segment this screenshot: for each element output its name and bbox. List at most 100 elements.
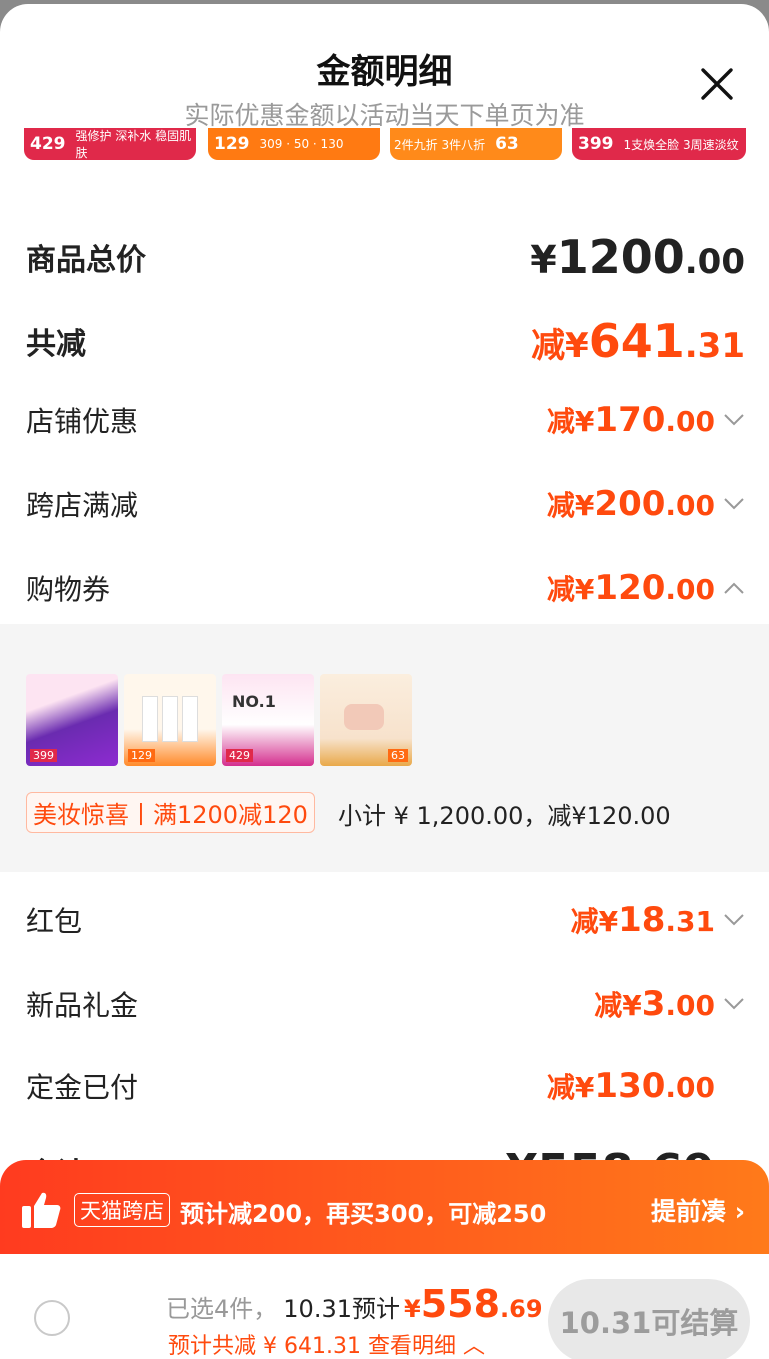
product-shape [142, 696, 158, 742]
amount-int: 130 [594, 1066, 666, 1106]
amount-int: 641 [588, 314, 685, 368]
amount-dec: .00 [665, 405, 715, 438]
strip-item[interactable]: 429 强修护 深补水 稳固肌肤 [24, 128, 196, 160]
chevron-right-icon: › [734, 1197, 745, 1226]
product-image[interactable]: 129 [124, 674, 216, 766]
cross-store-amount: 减¥ 200 .00 [547, 484, 745, 524]
checkout-button[interactable]: 10.31可结算 [548, 1279, 750, 1359]
coupon-tag: 美妆惊喜丨满1200减120 [26, 792, 315, 833]
red-packet-amount: 减¥ 18 .31 [571, 900, 745, 940]
currency-symbol: ¥ [404, 1295, 421, 1323]
chevron-up-icon: ︿ [462, 1334, 485, 1359]
strip-price: 399 [578, 134, 614, 154]
coupon-amount: 减¥ 120 .00 [547, 568, 745, 608]
product-price: 63 [388, 749, 408, 762]
shop-discount-amount: 减¥ 170 .00 [547, 400, 745, 440]
cross-store-promo-bar: 天猫跨店 预计减200，再买300，可减250 提前凑 › [0, 1160, 769, 1258]
selected-summary: 已选4件， 10.31预计 ¥ 558 .69 [166, 1282, 543, 1326]
strip-price: 129 [214, 134, 250, 154]
row-cross-store[interactable]: 跨店满减 减¥ 200 .00 [26, 484, 745, 524]
amount-prefix: 减¥ [594, 989, 642, 1022]
chevron-up-icon[interactable] [723, 581, 745, 595]
amount-prefix: 减¥ [546, 489, 595, 522]
saving-text: 预计共减 ¥ 641.31 [168, 1334, 368, 1359]
amount-int: 1200 [556, 230, 685, 284]
row-label: 商品总价 [26, 243, 146, 278]
reduce-amount: 减¥ 641 .31 [531, 314, 745, 368]
chevron-down-icon[interactable] [723, 413, 745, 427]
promo-text: 预计减200，再买300，可减250 [180, 1200, 547, 1228]
sheet-title: 金额明细 [316, 52, 453, 92]
product-shape [182, 696, 198, 742]
amount-prefix: ¥ [530, 238, 557, 282]
amount-dec: .31 [665, 905, 715, 938]
amount-dec: .00 [684, 242, 745, 282]
amount-prefix: 减¥ [546, 405, 595, 438]
strip-text: 309 · 50 · 130 [259, 137, 344, 151]
strip-item[interactable]: 399 1支焕全脸 3周速淡纹 [572, 128, 746, 160]
checkout-bar: 已选4件， 10.31预计 ¥ 558 .69 预计共减 ¥ 641.31 查看… [0, 1254, 769, 1359]
strip-text: 1支焕全脸 3周速淡纹 [623, 137, 739, 152]
amount-dec: .31 [684, 326, 745, 366]
product-price: 399 [30, 749, 57, 762]
chevron-down-icon[interactable] [723, 497, 745, 511]
presale-label: 10.31预计 [283, 1295, 400, 1323]
new-gift-amount: 减¥ 3 .00 [594, 984, 745, 1024]
row-label: 店铺优惠 [26, 405, 139, 438]
product-thumb-strip: 429 强修护 深补水 稳固肌肤 129 309 · 50 · 130 2件九折… [24, 128, 746, 160]
row-label: 红包 [26, 905, 83, 938]
product-mark: NO.1 [232, 692, 276, 711]
product-image[interactable]: 63 [320, 674, 412, 766]
chevron-down-icon[interactable] [723, 997, 745, 1011]
row-new-product-gift[interactable]: 新品礼金 减¥ 3 .00 [26, 984, 745, 1024]
product-image[interactable]: 399 [26, 674, 118, 766]
total-int: 558 [420, 1282, 501, 1326]
product-shape [344, 704, 384, 730]
strip-text: 强修护 深补水 稳固肌肤 [75, 129, 192, 160]
strip-price: 63 [495, 134, 519, 154]
row-label: 共减 [26, 327, 86, 362]
amount-dec: .00 [665, 573, 715, 606]
amount-int: 18 [618, 900, 666, 940]
row-label: 新品礼金 [26, 989, 139, 1022]
strip-item[interactable]: 129 309 · 50 · 130 [208, 128, 380, 160]
chevron-down-icon[interactable] [723, 913, 745, 927]
amount-int: 3 [641, 984, 666, 1024]
row-deposit-paid: 定金已付 减¥ 130 .00 [26, 1066, 745, 1106]
product-shape [162, 696, 178, 742]
amount-prefix: 减¥ [546, 573, 595, 606]
row-label: 跨店满减 [26, 489, 139, 522]
strip-price: 429 [30, 134, 66, 154]
amount-int: 120 [594, 568, 666, 608]
sheet-subtitle: 实际优惠金额以活动当天下单页为准 [184, 101, 585, 130]
coupon-detail-panel: 399 129 NO.1 429 63 美妆惊喜丨满1200减120 小计 ¥ … [0, 624, 769, 872]
amount-int: 170 [594, 400, 666, 440]
add-on-link[interactable]: 提前凑 › [651, 1192, 745, 1228]
amount-prefix: 减¥ [546, 1071, 595, 1104]
view-detail-label: 查看明细 [367, 1334, 456, 1359]
row-label: 购物券 [26, 573, 111, 606]
total-dec: .69 [500, 1295, 543, 1323]
row-label: 定金已付 [26, 1071, 139, 1104]
view-detail-link[interactable]: 查看明细 ︿ [368, 1334, 485, 1359]
strip-item[interactable]: 2件九折 3件八折 63 [390, 128, 562, 160]
amount-dec: .00 [665, 989, 715, 1022]
add-on-label: 提前凑 [650, 1197, 726, 1226]
product-image[interactable]: NO.1 429 [222, 674, 314, 766]
amount-detail-sheet: 金额明细 实际优惠金额以活动当天下单页为准 429 强修护 深补水 稳固肌肤 1… [0, 4, 769, 1359]
product-price: 429 [226, 749, 253, 762]
select-all-radio[interactable] [34, 1300, 70, 1336]
total-amount: ¥ 1200 .00 [530, 230, 745, 284]
tmall-cross-store-tag: 天猫跨店 [74, 1193, 170, 1227]
row-reduce: 共减 减¥ 641 .31 [26, 314, 745, 368]
strip-text: 2件九折 3件八折 [394, 137, 486, 152]
row-red-packet[interactable]: 红包 减¥ 18 .31 [26, 900, 745, 940]
row-shop-discount[interactable]: 店铺优惠 减¥ 170 .00 [26, 400, 745, 440]
row-coupon[interactable]: 购物券 减¥ 120 .00 [26, 568, 745, 608]
thumbs-up-icon [22, 1192, 61, 1228]
close-icon[interactable] [699, 66, 735, 102]
deposit-amount: 减¥ 130 .00 [547, 1066, 715, 1106]
amount-prefix: 减¥ [531, 326, 589, 366]
row-total: 商品总价 ¥ 1200 .00 [26, 230, 745, 284]
amount-prefix: 减¥ [570, 905, 619, 938]
